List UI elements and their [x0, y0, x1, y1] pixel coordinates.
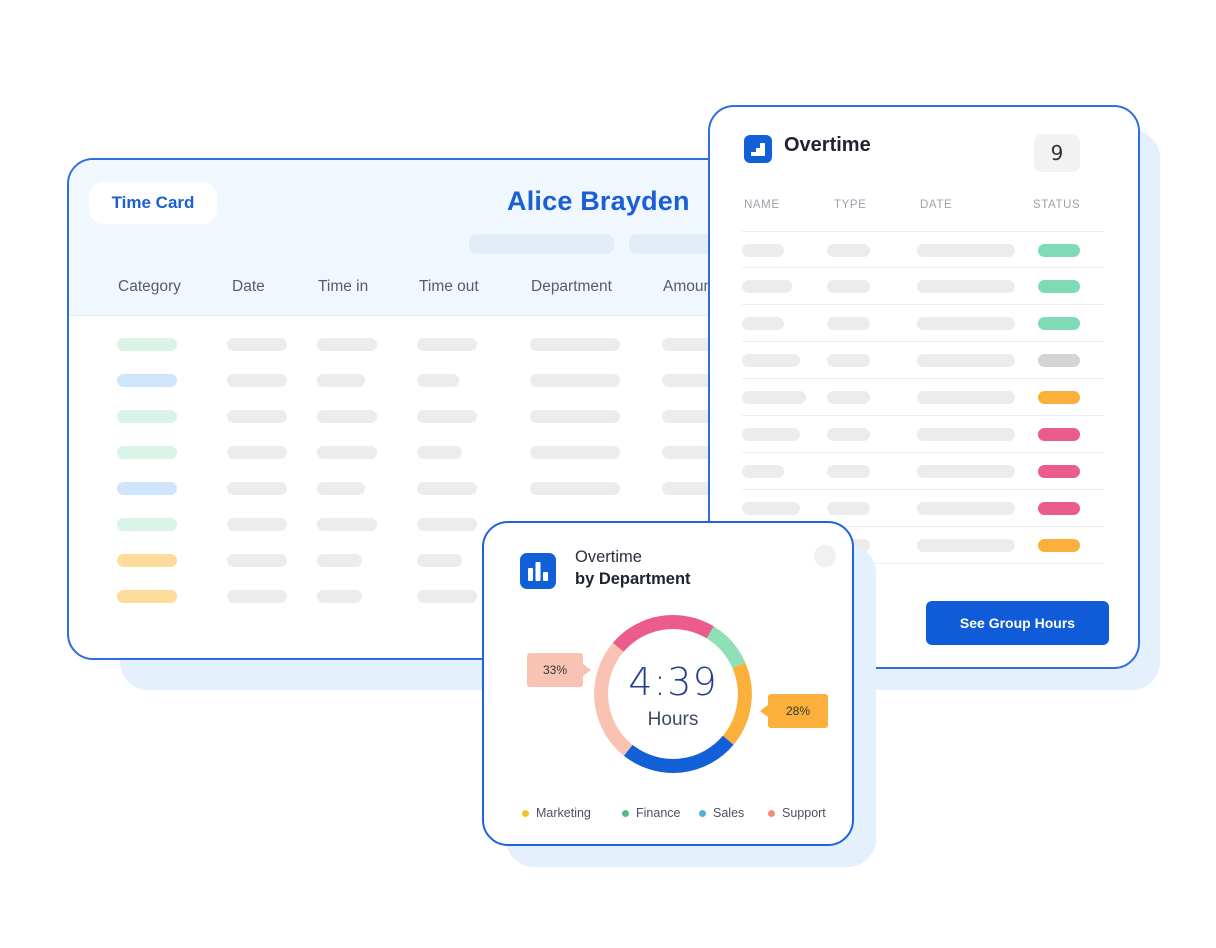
category-chip — [117, 410, 177, 423]
table-row[interactable] — [69, 338, 755, 352]
category-chip — [117, 374, 177, 387]
table-row[interactable] — [69, 410, 755, 424]
status-pill — [1038, 539, 1080, 552]
status-pill — [1038, 465, 1080, 478]
employee-name: Alice Brayden — [507, 186, 690, 216]
time-card-tab[interactable]: Time Card — [89, 182, 217, 224]
legend-dot — [522, 809, 529, 817]
status-pill — [1038, 244, 1080, 257]
table-row[interactable] — [69, 482, 755, 496]
table-row[interactable] — [742, 268, 1104, 305]
table-row[interactable] — [742, 342, 1104, 379]
column-header-category[interactable]: Category — [118, 278, 181, 296]
legend-label: Sales — [713, 806, 745, 820]
status-pill — [1038, 428, 1080, 441]
overtime-count-badge: 9 — [1034, 134, 1080, 172]
table-row[interactable] — [742, 305, 1104, 342]
column-header-type[interactable]: TYPE — [834, 199, 866, 211]
overtime-title: Overtime — [784, 134, 871, 156]
legend-dot — [699, 809, 706, 817]
table-row[interactable] — [742, 231, 1104, 268]
see-group-hours-button[interactable]: See Group Hours — [926, 601, 1109, 645]
status-pill — [1038, 502, 1080, 515]
total-hours-value: 4:39 — [628, 660, 718, 704]
time-card-header: Time Card Alice Brayden Category Date Ti… — [69, 160, 755, 316]
table-row[interactable] — [742, 416, 1104, 453]
department-subtitle: by Department — [575, 570, 691, 588]
legend-item-finance: Finance — [622, 806, 680, 820]
table-row[interactable] — [742, 453, 1104, 490]
legend-item-sales: Sales — [699, 806, 744, 820]
bar-chart-icon — [520, 553, 556, 589]
department-panel: Overtime by Department 4:39 Hours 33% 28… — [482, 521, 854, 846]
legend-dot — [768, 809, 775, 817]
table-row[interactable] — [69, 446, 755, 460]
more-options-icon[interactable] — [814, 545, 836, 567]
column-header-date[interactable]: DATE — [920, 199, 952, 211]
column-header-time-out[interactable]: Time out — [419, 278, 479, 296]
legend-label: Finance — [636, 806, 681, 820]
legend-label: Marketing — [536, 806, 591, 820]
donut-segment-pink — [612, 615, 714, 653]
percent-tag-left: 33% — [527, 653, 591, 687]
department-title: Overtime — [575, 548, 642, 566]
legend-item-marketing: Marketing — [522, 806, 591, 820]
category-chip — [117, 482, 177, 495]
column-header-name[interactable]: NAME — [744, 199, 780, 211]
legend-label: Support — [782, 806, 826, 820]
total-hours-unit: Hours — [647, 709, 699, 730]
status-pill — [1038, 280, 1080, 293]
status-pill — [1038, 354, 1080, 367]
column-header-time-in[interactable]: Time in — [318, 278, 368, 296]
status-pill — [1038, 391, 1080, 404]
column-header-date[interactable]: Date — [232, 278, 265, 296]
overtime-icon — [744, 135, 772, 163]
donut-segment-blue — [623, 735, 734, 773]
status-pill — [1038, 317, 1080, 330]
percent-tag-right: 28% — [760, 694, 828, 728]
category-chip — [117, 590, 177, 603]
stage: Time Card Alice Brayden Category Date Ti… — [0, 0, 1216, 948]
category-chip — [117, 518, 177, 531]
column-header-department[interactable]: Department — [531, 278, 612, 296]
legend-dot — [622, 809, 629, 817]
column-header-status[interactable]: STATUS — [1033, 199, 1080, 211]
category-chip — [117, 446, 177, 459]
header-placeholder — [469, 234, 614, 254]
category-chip — [117, 554, 177, 567]
legend-item-support: Support — [768, 806, 826, 820]
table-row[interactable] — [742, 379, 1104, 416]
table-row[interactable] — [69, 374, 755, 388]
category-chip — [117, 338, 177, 351]
